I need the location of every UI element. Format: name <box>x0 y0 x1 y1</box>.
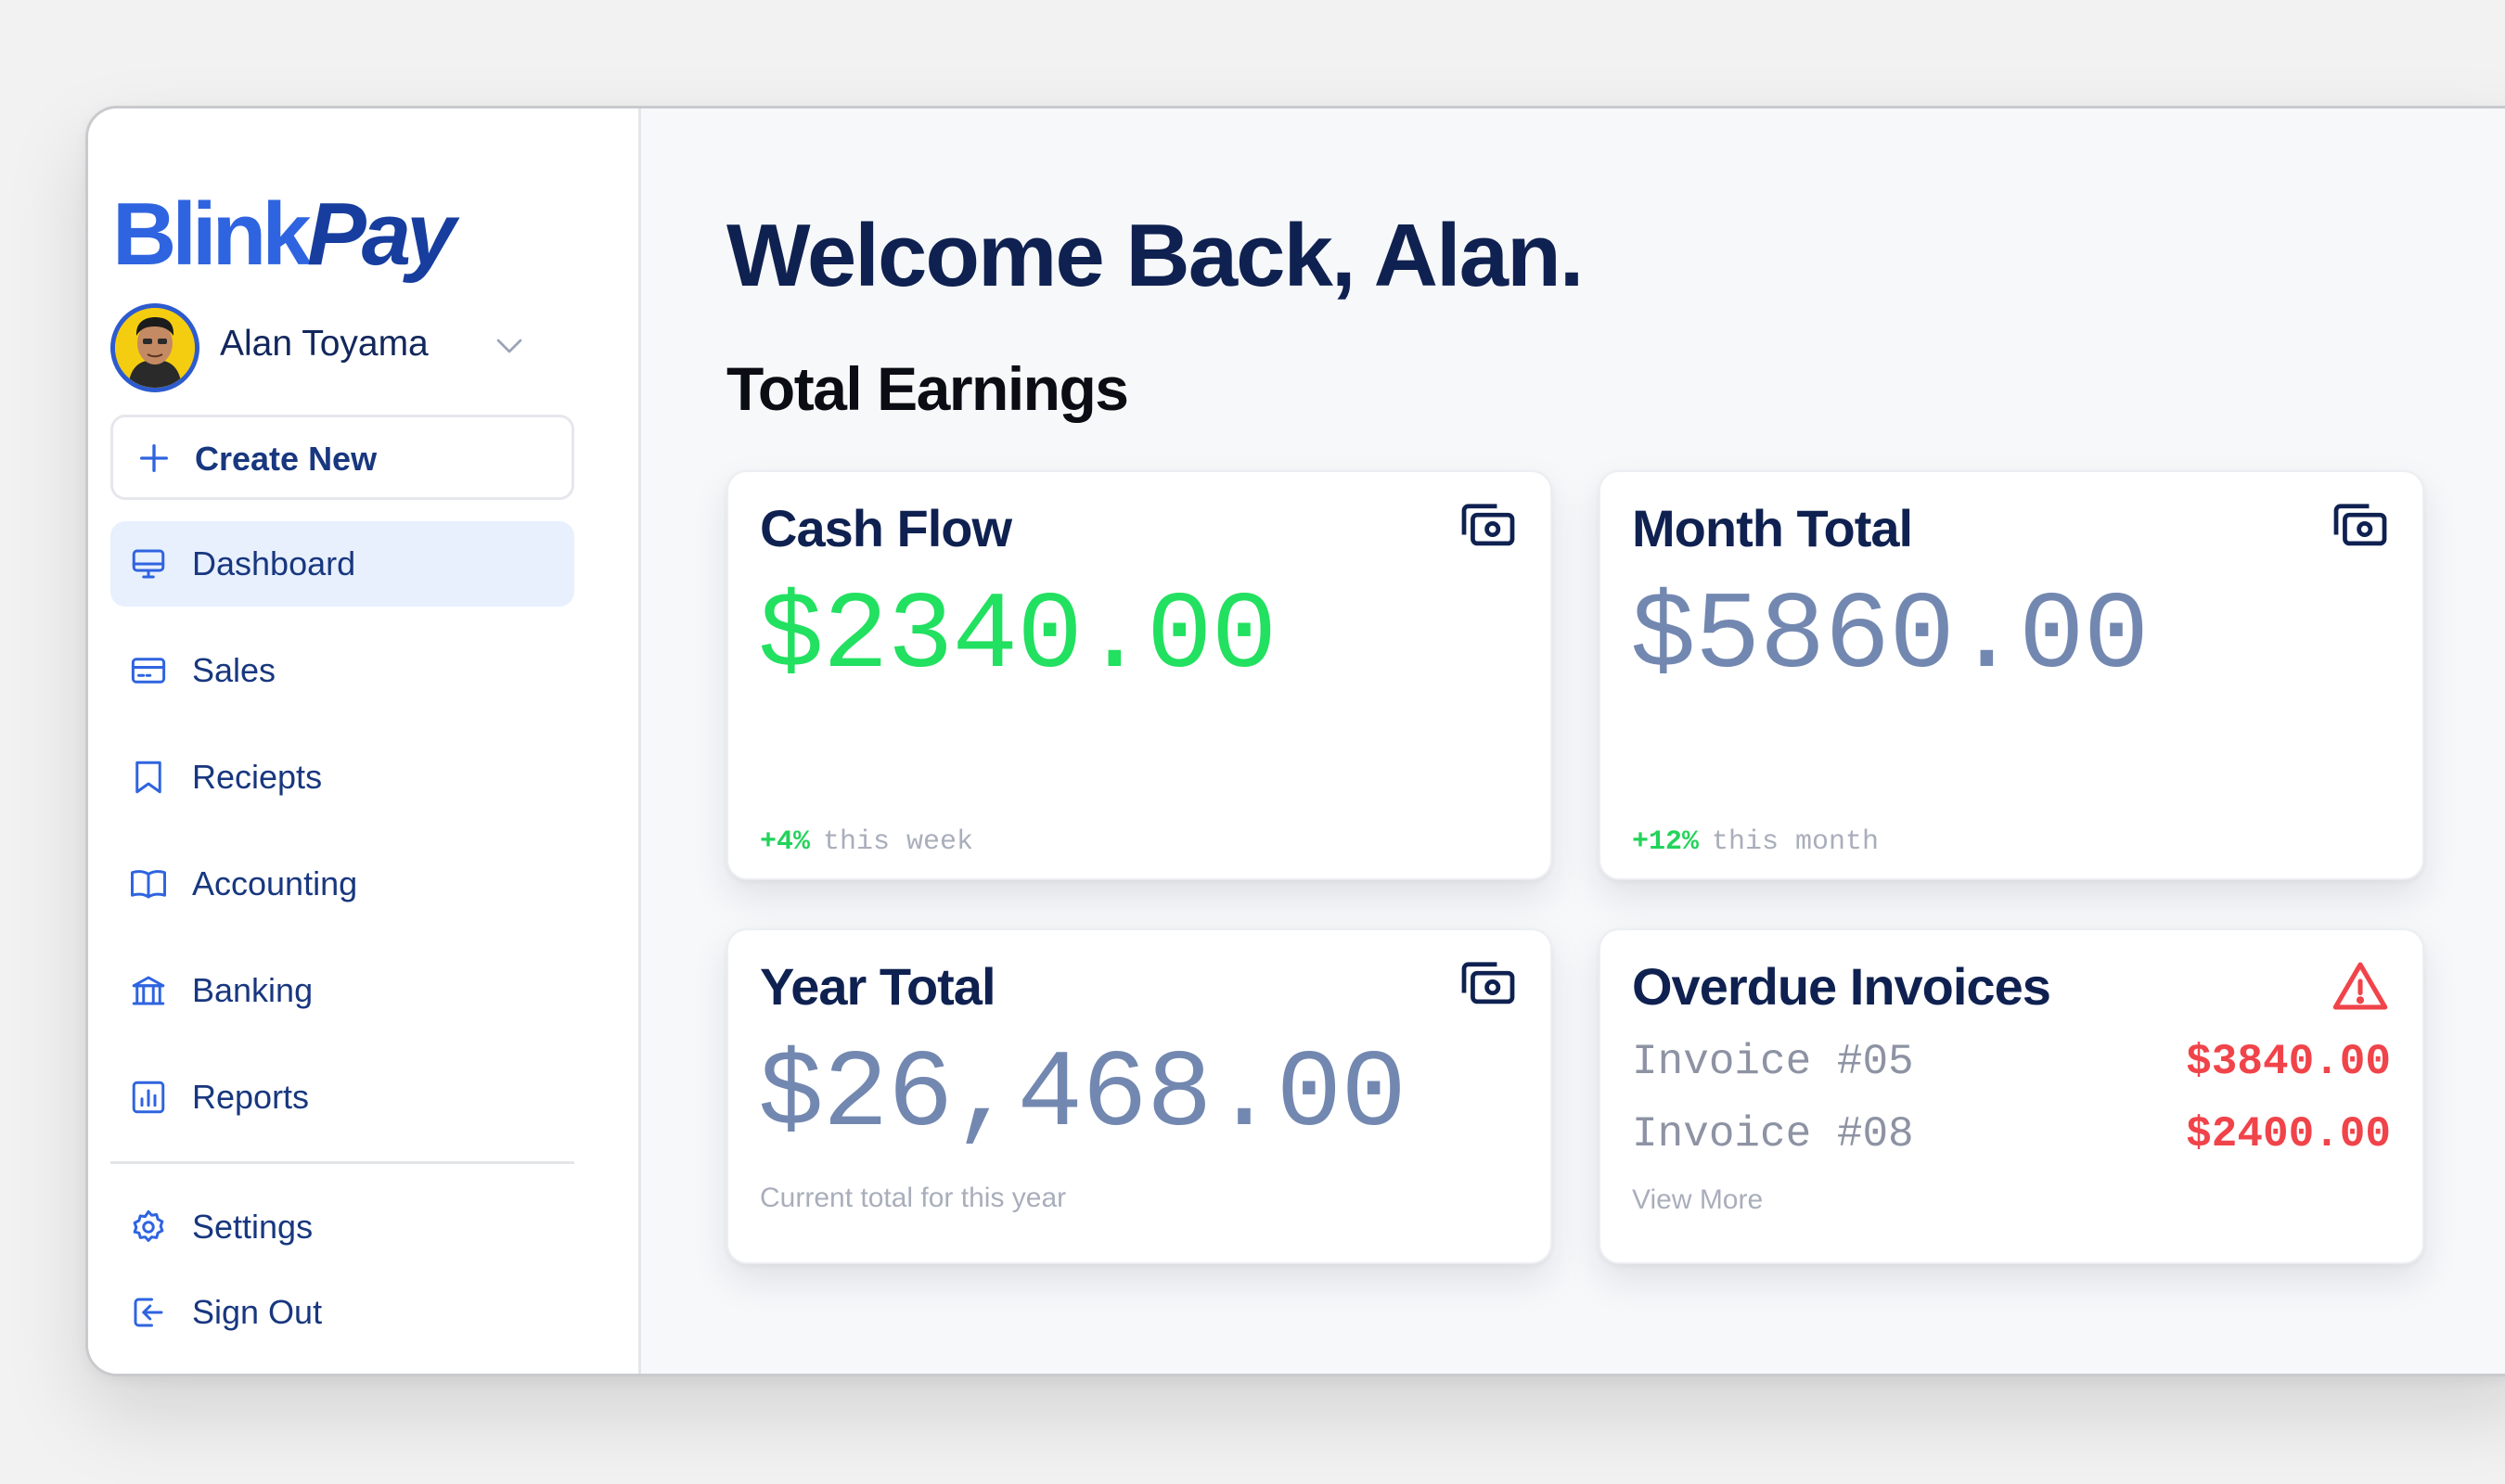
card-footer: +4% this week <box>760 826 973 858</box>
sidebar-item-label: Accounting <box>192 864 358 902</box>
sidebar-item-sales[interactable]: Sales <box>110 628 574 713</box>
cash-icon <box>1459 960 1517 1013</box>
brand-logo-part2: Pay <box>306 185 456 284</box>
sidebar-item-accounting[interactable]: Accounting <box>110 841 574 927</box>
card-amount: $2340.00 <box>758 576 1277 699</box>
sidebar-item-label: Dashboard <box>192 544 356 582</box>
invoice-label: Invoice #08 <box>1632 1110 1914 1158</box>
sidebar-item-label: Sign Out <box>192 1293 323 1331</box>
card-amount: $5860.00 <box>1630 576 2149 699</box>
invoice-row[interactable]: Invoice #05 $3840.00 <box>1632 1038 2391 1094</box>
card-title: Year Total <box>760 957 996 1016</box>
app-window: BlinkPay Alan Toyama Create New Dashboar… <box>85 106 2505 1376</box>
brand-logo[interactable]: BlinkPay <box>112 190 456 279</box>
bookmark-icon <box>129 758 168 797</box>
main-content: Welcome Back, Alan. Total Earnings Cash … <box>641 109 2505 1374</box>
brand-logo-part1: Blink <box>112 185 312 284</box>
year-total-card[interactable]: Year Total $26,468.00 Current total for … <box>726 928 1552 1264</box>
avatar <box>110 303 199 392</box>
sidebar-item-label: Reciepts <box>192 758 323 796</box>
sidebar-item-dashboard[interactable]: Dashboard <box>110 521 574 607</box>
invoice-row[interactable]: Invoice #08 $2400.00 <box>1632 1110 2391 1166</box>
profile-switcher[interactable]: Alan Toyama <box>110 303 593 392</box>
book-open-icon <box>129 864 168 903</box>
invoice-amount: $3840.00 <box>2186 1038 2391 1086</box>
change-period: this month <box>1712 826 1880 858</box>
plus-icon <box>135 440 173 481</box>
sidebar-item-banking[interactable]: Banking <box>110 948 574 1033</box>
change-period: this week <box>823 826 974 858</box>
view-more-link[interactable]: View More <box>1632 1184 1763 1216</box>
monitor-icon <box>129 544 168 583</box>
card-title: Cash Flow <box>760 499 1012 557</box>
sidebar-item-reports[interactable]: Reports <box>110 1055 574 1140</box>
section-title: Total Earnings <box>726 354 1129 423</box>
chevron-down-icon[interactable] <box>493 329 526 367</box>
card-amount: $26,468.00 <box>758 1034 1407 1158</box>
create-new-button[interactable]: Create New <box>110 415 574 500</box>
cash-flow-card[interactable]: Cash Flow $2340.00 +4% this week <box>726 470 1552 880</box>
cash-icon <box>2332 502 2389 555</box>
page-title: Welcome Back, Alan. <box>726 206 1584 305</box>
bank-icon <box>129 971 168 1010</box>
sidebar-divider <box>110 1161 574 1164</box>
sidebar-item-reciepts[interactable]: Reciepts <box>110 735 574 820</box>
sidebar-item-label: Reports <box>192 1078 310 1116</box>
gear-icon <box>129 1208 168 1247</box>
card-title: Month Total <box>1632 499 1913 557</box>
invoice-amount: $2400.00 <box>2186 1110 2391 1158</box>
warning-icon <box>2332 960 2389 1017</box>
sidebar-item-settings[interactable]: Settings <box>110 1184 574 1270</box>
sidebar-item-sign-out[interactable]: Sign Out <box>110 1270 574 1355</box>
card-title: Overdue Invoices <box>1632 957 2051 1016</box>
create-new-label: Create New <box>195 440 378 478</box>
sidebar-item-label: Banking <box>192 971 314 1009</box>
cash-icon <box>1459 502 1517 555</box>
month-total-card[interactable]: Month Total $5860.00 +12% this month <box>1599 470 2424 880</box>
sidebar: BlinkPay Alan Toyama Create New Dashboar… <box>88 109 641 1374</box>
sign-out-icon <box>129 1293 168 1332</box>
sidebar-item-label: Settings <box>192 1208 314 1246</box>
profile-name: Alan Toyama <box>220 324 429 364</box>
invoice-label: Invoice #05 <box>1632 1038 1914 1086</box>
change-percent: +4% <box>760 826 811 858</box>
sidebar-item-label: Sales <box>192 651 276 689</box>
change-percent: +12% <box>1632 826 1700 858</box>
card-note: Current total for this year <box>760 1183 1067 1213</box>
card-footer: +12% this month <box>1632 826 1879 858</box>
credit-card-icon <box>129 651 168 690</box>
bar-chart-icon <box>129 1078 168 1117</box>
overdue-invoices-card[interactable]: Overdue Invoices Invoice #05 $3840.00 In… <box>1599 928 2424 1264</box>
